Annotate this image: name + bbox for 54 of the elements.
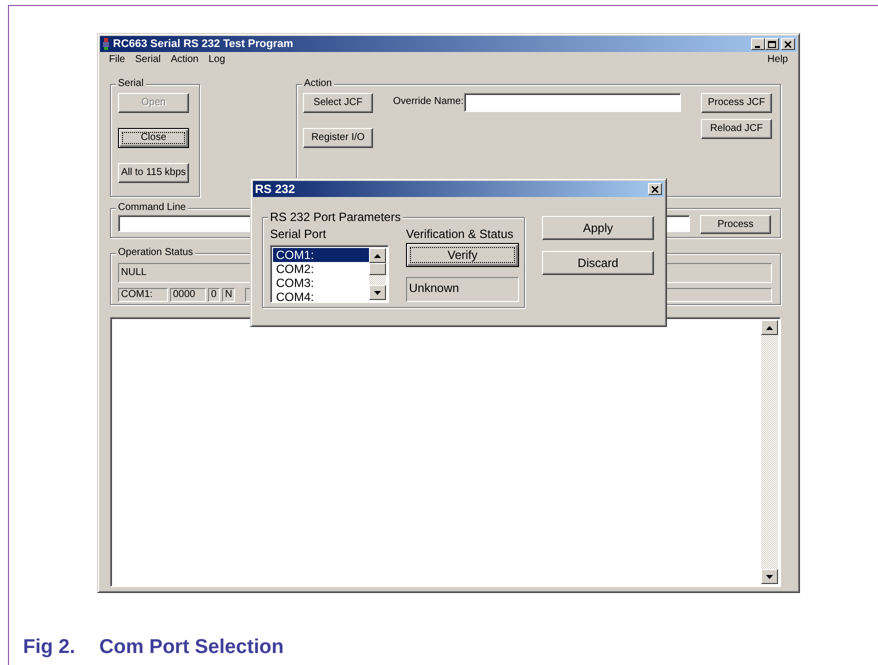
minimize-button[interactable] [751, 38, 765, 50]
menu-item[interactable]: Action [166, 53, 204, 67]
verification-label: Verification & Status [406, 227, 514, 241]
up-arrow-icon [374, 254, 381, 258]
status-field: N [222, 288, 236, 302]
status-field: Unknown [406, 277, 519, 302]
menu-item[interactable]: Help [762, 53, 793, 67]
action-button[interactable]: Register I/O [303, 128, 373, 148]
status-field: 0000 [170, 288, 206, 302]
down-arrow-icon [766, 574, 773, 578]
window-title: RC663 Serial RS 232 Test Program [113, 36, 294, 52]
close-icon [651, 186, 659, 192]
down-arrow-icon [374, 290, 381, 294]
serial-button[interactable]: All to 115 kbps [118, 163, 189, 183]
scroll-down-button[interactable] [761, 569, 778, 584]
up-arrow-icon [766, 326, 773, 330]
override-name-label: Override Name: [393, 95, 464, 109]
port-item[interactable]: COM1: [273, 248, 369, 262]
scrollbar[interactable] [369, 248, 386, 300]
menu-item[interactable]: Serial [130, 53, 166, 67]
action-button[interactable]: Process JCF [701, 93, 772, 113]
figure-caption: Com Port Selection [99, 635, 284, 659]
status-field: 0 [208, 288, 220, 302]
maximize-button[interactable] [765, 38, 779, 50]
menu-item[interactable]: File [104, 53, 130, 67]
group-label: Operation Status [116, 247, 196, 259]
maximize-icon [768, 40, 776, 48]
action-button[interactable]: Reload JCF [701, 119, 772, 139]
port-item[interactable]: COM3: [273, 276, 369, 290]
verify-button[interactable]: Verify [406, 243, 519, 267]
dialog-button[interactable]: Discard [542, 251, 654, 275]
close-icon [784, 40, 792, 48]
status-field: COM1: [118, 288, 168, 302]
close-button[interactable] [648, 183, 662, 195]
scroll-up-button[interactable] [369, 248, 386, 263]
scroll-up-button[interactable] [761, 320, 778, 335]
scrollbar[interactable] [761, 320, 778, 584]
close-button[interactable] [781, 38, 795, 50]
port-listbox[interactable]: COM1: COM2: COM3: COM4: [270, 245, 389, 303]
scroll-down-button[interactable] [369, 285, 386, 300]
dialog-button[interactable]: Apply [542, 216, 654, 240]
serial-port-label: Serial Port [270, 227, 328, 241]
action-button[interactable]: Select JCF [303, 93, 373, 113]
group-label: RS 232 Port Parameters [268, 211, 403, 223]
figure-number: Fig 2. [23, 635, 76, 659]
scroll-thumb[interactable] [369, 263, 386, 275]
dialog-title: RS 232 [255, 181, 296, 198]
port-item[interactable]: COM4: [273, 290, 369, 304]
app-icon [102, 38, 110, 50]
menu-item[interactable]: Log [204, 53, 230, 67]
override-name-field[interactable] [464, 93, 681, 112]
process-button[interactable]: Process [700, 215, 771, 234]
serial-button[interactable]: Close [118, 128, 189, 148]
port-item[interactable]: COM2: [273, 262, 369, 276]
